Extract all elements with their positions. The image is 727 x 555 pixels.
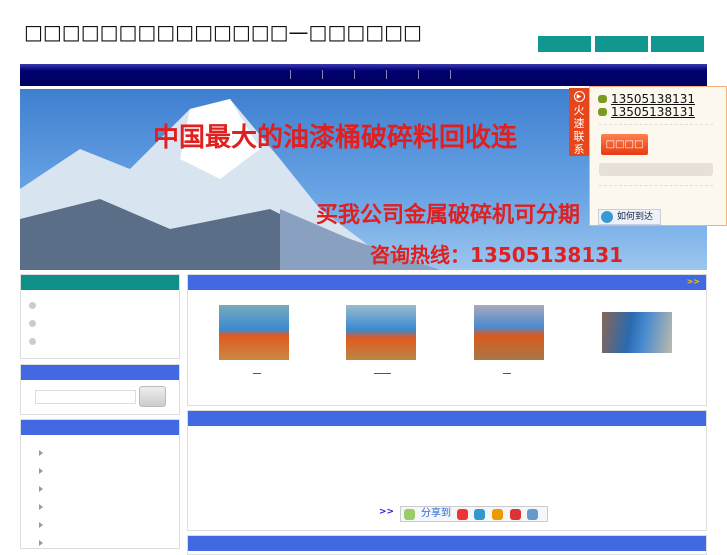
kaixin-icon[interactable] <box>527 509 538 520</box>
phone-icon <box>598 95 607 103</box>
arrow-icon[interactable] <box>39 450 43 456</box>
category-box <box>20 419 180 549</box>
info-bar <box>599 163 713 176</box>
search-input[interactable] <box>35 390 136 404</box>
divider <box>599 185 713 186</box>
product-link[interactable] <box>503 373 511 374</box>
products-box: >> <box>187 274 707 406</box>
box-header: >> <box>188 275 706 290</box>
arrow-icon[interactable] <box>39 522 43 528</box>
phone-icon <box>598 108 607 116</box>
sidebar-box-1 <box>20 274 180 359</box>
tencent-weibo-icon[interactable] <box>492 509 503 520</box>
top-link-1[interactable] <box>538 36 591 52</box>
news-box <box>187 535 707 555</box>
banner-hotline: 咨询热线：13505138131 <box>370 243 624 267</box>
globe-icon <box>601 211 613 223</box>
contact-button[interactable]: □□□□ <box>601 134 648 155</box>
share-label: 分享到 <box>421 508 451 519</box>
route-label: 如何到达 <box>617 212 654 222</box>
more-link[interactable]: >> <box>687 277 700 286</box>
arrow-icon[interactable] <box>39 540 43 546</box>
search-button[interactable] <box>139 386 166 407</box>
phone-number: 13505138131 <box>611 92 695 106</box>
contact-tab[interactable]: ▶ 火速联系 <box>569 88 589 156</box>
nav-separator <box>418 70 419 79</box>
product-link[interactable] <box>253 373 261 374</box>
search-box <box>20 364 180 415</box>
nav-separator <box>354 70 355 79</box>
nav-separator <box>450 70 451 79</box>
phone-link-1[interactable]: 13505138131 <box>598 92 695 106</box>
bullet-icon <box>29 338 36 345</box>
product-image[interactable] <box>602 312 672 353</box>
box-header <box>188 536 706 551</box>
bullet-icon <box>29 302 36 309</box>
top-link-3[interactable] <box>651 36 704 52</box>
nav-separator <box>322 70 323 79</box>
box-header <box>21 275 179 290</box>
banner-subline: 买我公司金属破碎机可分期 <box>316 203 581 228</box>
main-nav <box>20 64 707 86</box>
contact-float-panel: ▶ 火速联系 13505138131 13505138131 □□□□ 如何到达 <box>569 86 727 226</box>
more-link[interactable]: >> <box>379 507 394 517</box>
product-image[interactable] <box>474 305 544 360</box>
banner-headline: 中国最大的油漆桶破碎料回收连 <box>153 123 518 153</box>
divider <box>599 124 713 125</box>
qzone-icon[interactable] <box>474 509 485 520</box>
share-bar[interactable]: 分享到 <box>400 506 548 522</box>
bullet-icon <box>29 320 36 327</box>
route-button[interactable]: 如何到达 <box>598 209 661 225</box>
top-link-2[interactable] <box>595 36 648 52</box>
share-plus-icon <box>404 509 415 520</box>
product-image[interactable] <box>346 305 416 360</box>
product-image[interactable] <box>219 305 289 360</box>
nav-separator <box>386 70 387 79</box>
weibo-icon[interactable] <box>457 509 468 520</box>
box-header <box>21 365 179 380</box>
site-title: □□□□□□□□□□□□□□—□□□□□□ <box>24 20 422 44</box>
product-link[interactable] <box>374 373 391 374</box>
arrow-icon[interactable] <box>39 504 43 510</box>
box-header <box>188 411 706 426</box>
nav-separator <box>290 70 291 79</box>
articles-box: >> 分享到 <box>187 410 707 531</box>
phone-number: 13505138131 <box>611 105 695 119</box>
arrow-icon[interactable] <box>39 486 43 492</box>
play-icon: ▶ <box>573 91 585 102</box>
renren-icon[interactable] <box>510 509 521 520</box>
phone-link-2[interactable]: 13505138131 <box>598 105 695 119</box>
contact-tab-label: 火速联系 <box>573 104 585 156</box>
arrow-icon[interactable] <box>39 468 43 474</box>
box-header <box>21 420 179 435</box>
